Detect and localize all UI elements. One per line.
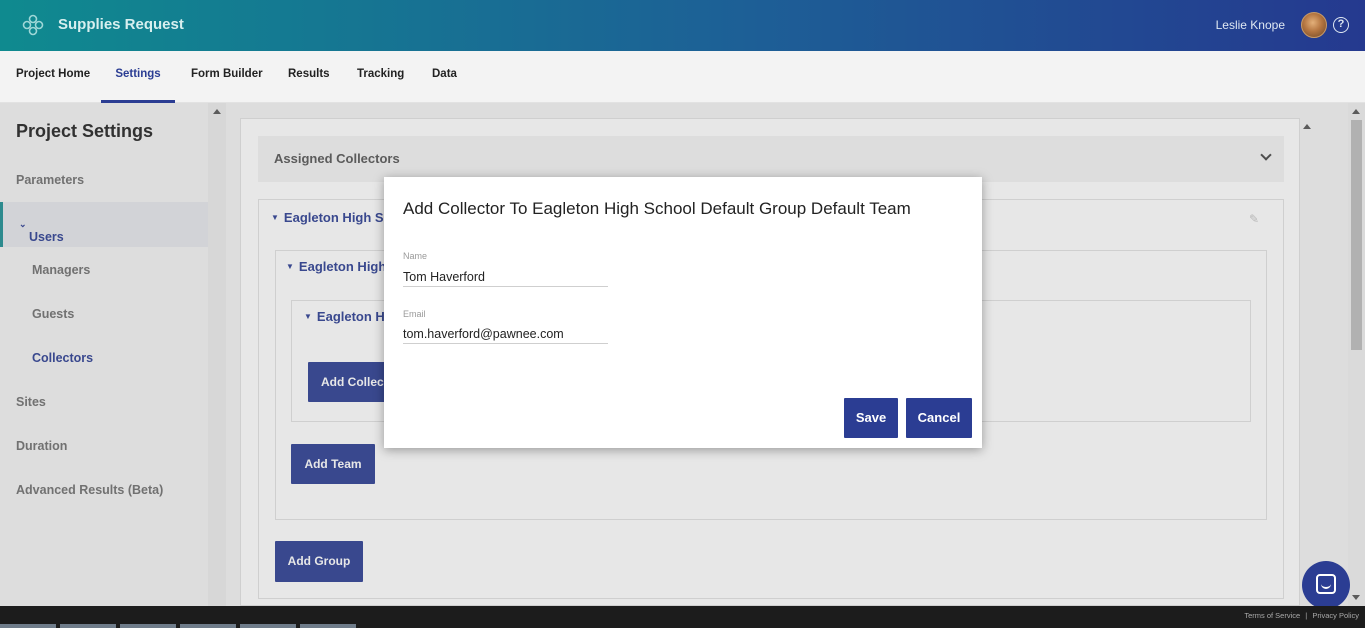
tab-data[interactable]: Data (432, 51, 457, 103)
footer-links: Terms of Service | Privacy Policy (1241, 611, 1359, 620)
taskbar-item (180, 624, 236, 628)
taskbar-item (0, 624, 56, 628)
cancel-button[interactable]: Cancel (906, 398, 972, 438)
name-label: Name (403, 251, 428, 261)
user-name[interactable]: Leslie Knope (1216, 18, 1285, 32)
email-field[interactable] (403, 324, 608, 344)
tab-form-builder[interactable]: Form Builder (191, 51, 263, 103)
email-label: Email (403, 309, 426, 319)
taskbar-item (120, 624, 176, 628)
chat-icon (1316, 574, 1336, 594)
save-button[interactable]: Save (844, 398, 898, 438)
add-collector-dialog: Add Collector To Eagleton High School De… (384, 177, 982, 448)
dialog-title: Add Collector To Eagleton High School De… (403, 199, 911, 218)
avatar[interactable] (1301, 12, 1327, 38)
taskbar-item (60, 624, 116, 628)
top-header: Supplies Request Leslie Knope ? (0, 0, 1365, 51)
tab-results[interactable]: Results (288, 51, 330, 103)
name-field[interactable] (403, 267, 608, 287)
logo-icon[interactable] (22, 14, 44, 36)
taskbar-strip (0, 624, 400, 628)
app-title: Supplies Request (58, 16, 184, 33)
taskbar-item (300, 624, 356, 628)
tab-tracking[interactable]: Tracking (357, 51, 404, 103)
chat-launcher-button[interactable] (1302, 561, 1350, 609)
tab-settings[interactable]: Settings (101, 51, 175, 103)
privacy-link[interactable]: Privacy Policy (1312, 611, 1359, 620)
footer-separator: | (1305, 611, 1308, 620)
project-tabs: Project Home Settings Form Builder Resul… (0, 51, 1365, 103)
taskbar-item (240, 624, 296, 628)
terms-link[interactable]: Terms of Service (1244, 611, 1300, 620)
tab-project-home[interactable]: Project Home (16, 51, 90, 103)
help-icon[interactable]: ? (1333, 17, 1349, 33)
